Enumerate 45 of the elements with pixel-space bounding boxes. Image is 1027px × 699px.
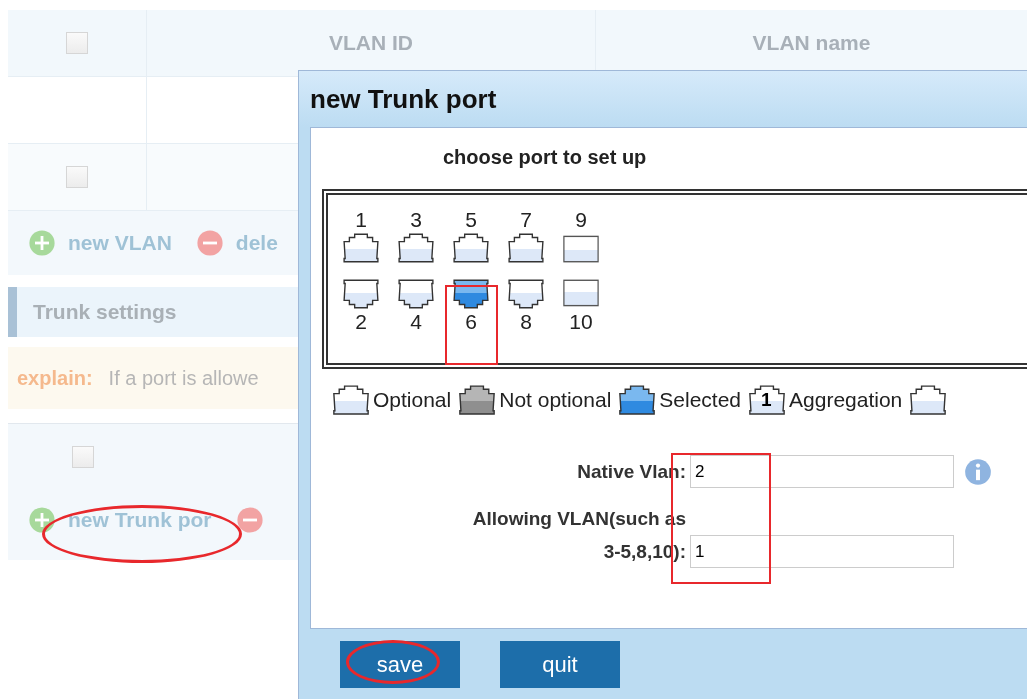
port-icon[interactable] — [452, 279, 490, 309]
column-header: VLAN ID — [329, 31, 413, 55]
port-number: 9 — [575, 207, 587, 233]
port-number: 2 — [355, 309, 367, 335]
port-icon[interactable] — [562, 233, 600, 263]
column-header: VLAN name — [752, 31, 871, 55]
port-icon[interactable] — [397, 233, 435, 263]
port-icon[interactable] — [562, 279, 600, 309]
input-field[interactable]: 1 — [690, 535, 954, 568]
port-legend-icon — [617, 385, 658, 415]
port-icon[interactable] — [342, 233, 380, 263]
dialog-button[interactable]: quit — [500, 641, 620, 688]
checkbox[interactable] — [66, 32, 88, 54]
port-legend-icon — [331, 385, 371, 415]
port-legend-icon — [457, 385, 498, 415]
port-number: 10 — [569, 309, 593, 335]
port-icon[interactable] — [507, 279, 545, 309]
input-field[interactable]: 2 — [690, 455, 954, 488]
port-number: 7 — [520, 207, 532, 233]
port-number: 8 — [520, 309, 532, 335]
explain-label: explain: — [17, 366, 93, 390]
port-number: 3 — [410, 207, 422, 233]
explain-text: If a port is allowe — [108, 366, 259, 390]
checkbox[interactable] — [66, 166, 88, 188]
port-number: 5 — [465, 207, 477, 233]
port-icon[interactable] — [452, 233, 490, 263]
legend-label: Not optional — [499, 388, 612, 412]
port-icon[interactable] — [342, 279, 380, 309]
legend-label: Aggregation — [789, 388, 903, 412]
dialog-title: new Trunk port — [310, 83, 497, 115]
port-legend-icon — [908, 385, 949, 415]
port-icon[interactable] — [507, 233, 545, 263]
add-icon[interactable] — [28, 506, 56, 534]
port-number: 6 — [465, 309, 477, 335]
port-icon[interactable] — [397, 279, 435, 309]
legend-label: Optional — [373, 388, 452, 412]
dialog-button[interactable]: save — [340, 641, 460, 688]
port-number: 1 — [355, 207, 367, 233]
checkbox[interactable] — [72, 446, 94, 468]
port-number: 4 — [410, 309, 422, 335]
instruction-text: choose port to set up — [443, 146, 648, 169]
port-legend-icon: 1 — [747, 385, 788, 415]
section-title: Trunk settings — [33, 300, 177, 324]
remove-icon[interactable] — [235, 506, 264, 534]
legend-label: Selected — [659, 388, 742, 412]
